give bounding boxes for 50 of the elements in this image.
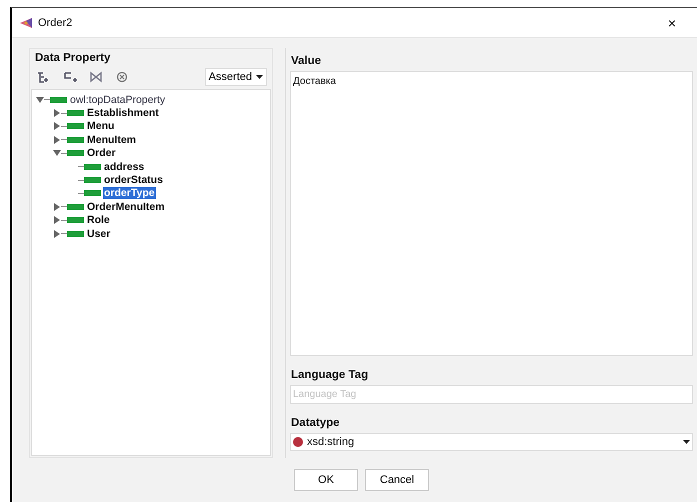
expand-arrow-icon[interactable] (53, 230, 61, 238)
property-icon (67, 136, 84, 143)
view-dropdown[interactable]: Asserted (204, 68, 267, 86)
field-label: Datatype (291, 417, 341, 429)
tree-item[interactable]: orderStatus (103, 174, 164, 186)
collapse-arrow-icon[interactable] (53, 149, 61, 158)
caret-icon (256, 75, 263, 79)
tree-item[interactable]: User (86, 228, 112, 240)
expand-arrow-icon[interactable] (53, 122, 61, 130)
tree-item[interactable]: Order (86, 147, 117, 160)
expand-arrow-icon[interactable] (53, 216, 61, 224)
close-button[interactable]: × (659, 14, 685, 30)
cancel-circle-icon[interactable] (115, 71, 129, 83)
tree-item[interactable]: owl:topDataProperty (69, 94, 166, 106)
property-icon (67, 230, 84, 237)
value-field[interactable]: Доставка (290, 71, 693, 356)
collapse-arrow-icon[interactable] (36, 96, 44, 104)
tree-item[interactable]: OrderMenuItem (86, 200, 166, 213)
property-icon (84, 177, 101, 184)
property-icon (50, 96, 67, 103)
property-icon (84, 164, 101, 170)
expand-arrow-icon[interactable] (53, 202, 61, 211)
field-label: Language Tag (291, 369, 370, 381)
dialog-button[interactable]: OK (294, 469, 358, 491)
window-title: Order2 (38, 16, 74, 28)
property-icon (67, 217, 84, 224)
property-icon (67, 150, 84, 156)
property-icon (67, 204, 84, 210)
tree-item[interactable]: Role (86, 214, 111, 226)
datatype-dropdown[interactable]: xsd:string (290, 433, 693, 451)
property-icon (84, 190, 101, 196)
dialog-button[interactable]: Cancel (365, 469, 429, 491)
property-icon (67, 123, 84, 130)
expand-arrow-icon[interactable] (53, 136, 61, 144)
tree-item[interactable]: orderType (103, 187, 156, 200)
expand-arrow-icon[interactable] (53, 109, 61, 118)
caret-icon (683, 440, 690, 444)
tree-item[interactable]: MenuItem (86, 134, 138, 146)
panel-title: Data Property (34, 51, 112, 65)
tree-item[interactable]: Menu (86, 120, 116, 132)
delete-property-icon[interactable] (89, 71, 103, 83)
app-logo-icon (20, 18, 32, 28)
add-subproperty-icon[interactable] (37, 71, 51, 83)
datatype-icon (293, 437, 303, 447)
property-icon (67, 110, 84, 116)
tree-item[interactable]: Establishment (86, 107, 160, 120)
language-tag-field[interactable]: Language Tag (290, 385, 693, 404)
add-sibling-icon[interactable] (63, 71, 77, 83)
tree-item[interactable]: address (103, 160, 146, 173)
field-label: Value (291, 55, 322, 67)
